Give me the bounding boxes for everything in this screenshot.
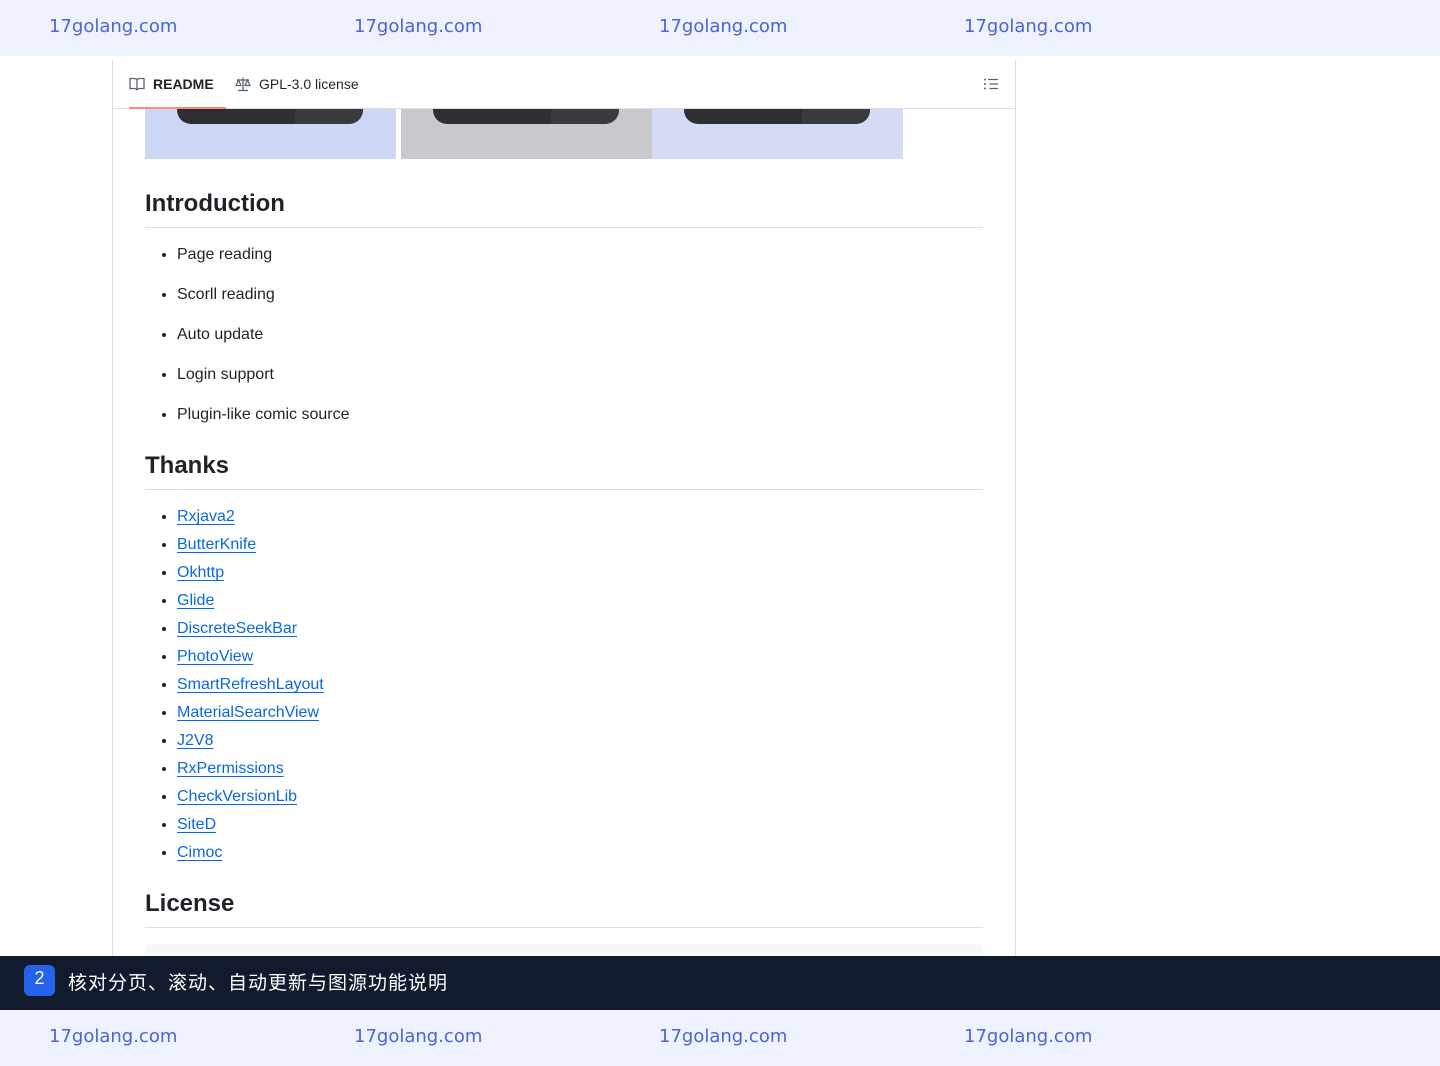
watermark-text: 17golang.com — [659, 16, 788, 37]
watermark-text: 17golang.com — [354, 16, 483, 37]
thanks-heading: Thanks — [145, 452, 983, 490]
screenshots-strip — [145, 108, 903, 159]
license-section: License — [145, 890, 983, 928]
list-item: Scorll reading — [177, 283, 983, 307]
app-screenshot-image — [652, 108, 903, 159]
list-item: J2V8 — [177, 729, 983, 753]
tab-license-label: GPL-3.0 license — [259, 76, 359, 92]
list-item: RxPermissions — [177, 757, 983, 781]
step-caption-bar: 2 核对分页、滚动、自动更新与图源功能说明 — [0, 956, 1440, 1010]
introduction-heading: Introduction — [145, 190, 983, 228]
link-j2v8[interactable]: J2V8 — [177, 732, 213, 749]
list-item: Page reading — [177, 243, 983, 267]
tab-license[interactable]: GPL-3.0 license — [235, 60, 359, 108]
list-item: SmartRefreshLayout — [177, 673, 983, 697]
table-of-contents-button[interactable] — [983, 76, 999, 92]
link-butterknife[interactable]: ButterKnife — [177, 536, 256, 553]
link-rxjava2[interactable]: Rxjava2 — [177, 508, 235, 525]
app-screenshot-image — [145, 108, 396, 159]
list-item: Auto update — [177, 323, 983, 347]
step-number-badge: 2 — [24, 965, 55, 996]
link-discreteseekbar[interactable]: DiscreteSeekBar — [177, 620, 297, 637]
link-materialsearchview[interactable]: MaterialSearchView — [177, 704, 319, 721]
list-item: MaterialSearchView — [177, 701, 983, 725]
list-icon — [984, 78, 998, 90]
link-photoview[interactable]: PhotoView — [177, 648, 253, 665]
link-glide[interactable]: Glide — [177, 592, 214, 609]
list-item: Okhttp — [177, 561, 983, 585]
watermark-text: 17golang.com — [49, 16, 178, 37]
list-item: Login support — [177, 363, 983, 387]
license-code-block — [145, 944, 983, 956]
readme-tabbar: README GPL-3.0 license — [113, 60, 1015, 109]
phone-image — [177, 108, 363, 124]
list-item: Plugin-like comic source — [177, 403, 983, 427]
watermark-text: 17golang.com — [354, 1026, 483, 1047]
tab-readme-label: README — [153, 76, 214, 92]
watermark-bar-bottom: 17golang.com 17golang.com 17golang.com 1… — [0, 1010, 1440, 1066]
step-caption-text: 核对分页、滚动、自动更新与图源功能说明 — [68, 972, 449, 994]
book-icon — [129, 77, 145, 91]
watermark-text: 17golang.com — [659, 1026, 788, 1047]
list-item: PhotoView — [177, 645, 983, 669]
list-item: DiscreteSeekBar — [177, 617, 983, 641]
thanks-list: Rxjava2 ButterKnife Okhttp Glide Discret… — [145, 505, 983, 865]
link-okhttp[interactable]: Okhttp — [177, 564, 224, 581]
list-item: CheckVersionLib — [177, 785, 983, 809]
list-item: Cimoc — [177, 841, 983, 865]
tab-readme[interactable]: README — [129, 60, 226, 109]
readme-panel: README GPL-3.0 license Introduction • Pa… — [112, 60, 1016, 956]
list-item: Rxjava2 — [177, 505, 983, 529]
watermark-text: 17golang.com — [964, 16, 1093, 37]
phone-image — [684, 108, 870, 124]
list-item: SiteD — [177, 813, 983, 837]
watermark-text: 17golang.com — [49, 1026, 178, 1047]
link-sited[interactable]: SiteD — [177, 816, 216, 833]
watermark-text: 17golang.com — [964, 1026, 1093, 1047]
feature-list: Page reading Scorll reading Auto update … — [145, 243, 983, 427]
scale-icon — [235, 77, 251, 92]
link-rxpermissions[interactable]: RxPermissions — [177, 760, 284, 777]
license-heading: License — [145, 890, 983, 928]
link-smartrefreshlayout[interactable]: SmartRefreshLayout — [177, 676, 324, 693]
introduction-section: Introduction Page reading Scorll reading… — [145, 190, 983, 443]
list-item: Glide — [177, 589, 983, 613]
link-cimoc[interactable]: Cimoc — [177, 844, 222, 861]
link-checkversionlib[interactable]: CheckVersionLib — [177, 788, 297, 805]
list-item: ButterKnife — [177, 533, 983, 557]
app-screenshot-image — [401, 108, 652, 159]
phone-image — [433, 108, 619, 124]
thanks-section: Thanks Rxjava2 ButterKnife Okhttp Glide … — [145, 452, 983, 869]
watermark-bar-top: 17golang.com 17golang.com 17golang.com 1… — [0, 0, 1440, 56]
